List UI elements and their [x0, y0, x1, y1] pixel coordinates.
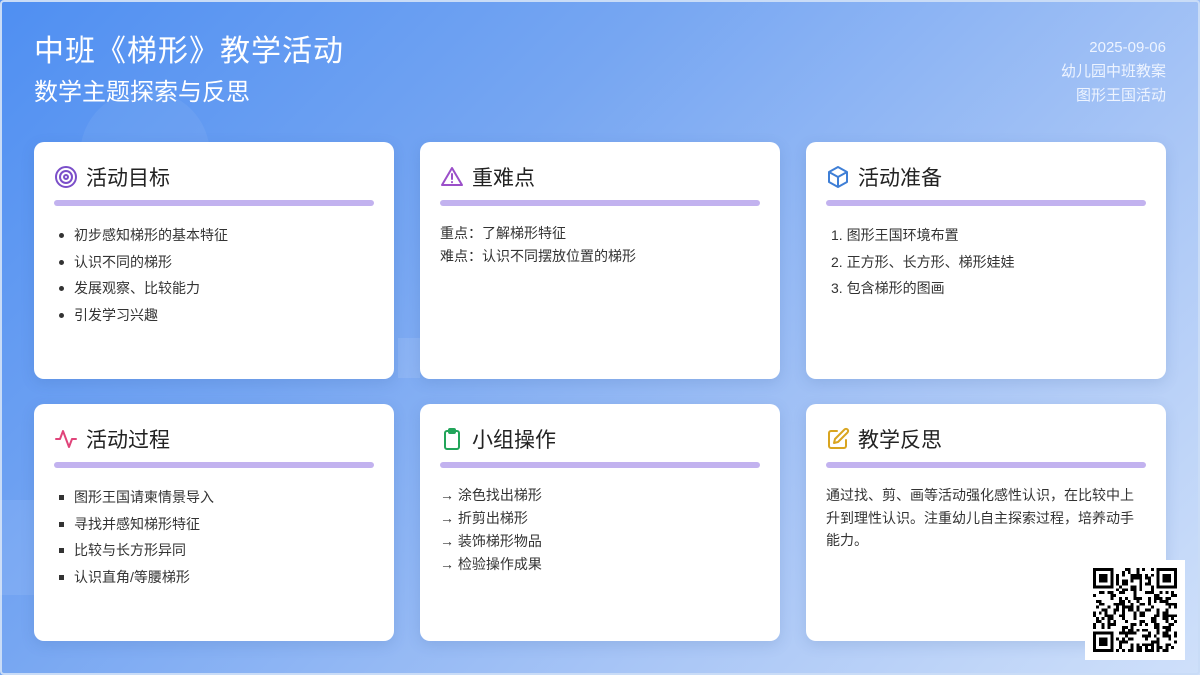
- card-header: 活动准备: [826, 162, 1146, 192]
- list-item: → 装饰梯形物品: [440, 533, 542, 549]
- qr-code-pattern: [1093, 568, 1177, 652]
- list-item: 寻找并感知梯形特征: [54, 511, 374, 538]
- title-underline: [54, 200, 374, 206]
- reflection-text: 通过找、剪、画等活动强化感性认识，在比较中上升到理性认识。注重幼儿自主探索过程，…: [826, 487, 1134, 548]
- preparation-list: 1. 图形王国环境布置 2. 正方形、长方形、梯形娃娃 3. 包含梯形的图画: [826, 222, 1146, 302]
- title-underline: [826, 200, 1146, 206]
- group-work-list: → 涂色找出梯形 → 折剪出梯形 → 装饰梯形物品 → 检验操作成果: [440, 484, 760, 576]
- page-header: 中班《梯形》教学活动 数学主题探索与反思: [34, 32, 344, 110]
- list-item: → 涂色找出梯形: [440, 487, 542, 503]
- card-title: 教学反思: [858, 429, 942, 452]
- card-goals: 活动目标 初步感知梯形的基本特征 认识不同的梯形 发展观察、比较能力 引发学习兴…: [34, 142, 394, 379]
- process-list: 图形王国请柬情景导入 寻找并感知梯形特征 比较与长方形异同 认识直角/等腰梯形: [54, 484, 374, 590]
- activity-icon: [54, 427, 78, 451]
- list-item: → 检验操作成果: [440, 556, 542, 572]
- list-item: 认识不同的梯形: [54, 249, 374, 276]
- key-point-line: 重点：了解梯形特征: [440, 225, 566, 241]
- list-item: 1. 图形王国环境布置: [831, 227, 959, 243]
- target-icon: [54, 165, 78, 189]
- title-underline: [826, 462, 1146, 468]
- card-process: 活动过程 图形王国请柬情景导入 寻找并感知梯形特征 比较与长方形异同 认识直角/…: [34, 404, 394, 641]
- page-subtitle: 数学主题探索与反思: [34, 79, 250, 106]
- list-item: 图形王国请柬情景导入: [54, 484, 374, 511]
- card-title: 活动过程: [86, 429, 170, 452]
- title-underline: [440, 200, 760, 206]
- card-header: 活动目标: [54, 162, 374, 192]
- meta-date: 2025-09-06: [1089, 39, 1166, 56]
- card-header: 教学反思: [826, 424, 1146, 454]
- title-underline: [440, 462, 760, 468]
- card-header: 重难点: [440, 162, 760, 192]
- card-header: 活动过程: [54, 424, 374, 454]
- list-item: 发展观察、比较能力: [54, 275, 374, 302]
- meta-topic: 图形王国活动: [1075, 87, 1166, 104]
- cube-icon: [826, 165, 850, 189]
- qr-code[interactable]: [1085, 560, 1185, 660]
- list-item: 认识直角/等腰梯形: [54, 564, 374, 591]
- page-meta: 2025-09-06 幼儿园中班教案 图形王国活动: [1061, 36, 1166, 108]
- list-item: 比较与长方形异同: [54, 537, 374, 564]
- card-group-work: 小组操作 → 涂色找出梯形 → 折剪出梯形 → 装饰梯形物品 → 检验操作成果: [420, 404, 780, 641]
- title-underline: [54, 462, 374, 468]
- card-key-points: 重难点 重点：了解梯形特征 难点：认识不同摆放位置的梯形: [420, 142, 780, 379]
- list-item: 引发学习兴趣: [54, 302, 374, 329]
- list-item: 初步感知梯形的基本特征: [54, 222, 374, 249]
- edit-icon: [826, 427, 850, 451]
- difficulty-line: 难点：认识不同摆放位置的梯形: [440, 248, 636, 264]
- card-title: 活动目标: [86, 167, 170, 190]
- card-title: 重难点: [472, 167, 535, 190]
- card-preparation: 活动准备 1. 图形王国环境布置 2. 正方形、长方形、梯形娃娃 3. 包含梯形…: [806, 142, 1166, 379]
- goals-list: 初步感知梯形的基本特征 认识不同的梯形 发展观察、比较能力 引发学习兴趣: [54, 222, 374, 328]
- card-title: 小组操作: [472, 429, 556, 452]
- page-title: 中班《梯形》教学活动: [34, 35, 344, 68]
- card-header: 小组操作: [440, 424, 760, 454]
- card-title: 活动准备: [858, 167, 942, 190]
- list-item: 2. 正方形、长方形、梯形娃娃: [831, 253, 1015, 270]
- list-item: → 折剪出梯形: [440, 510, 528, 526]
- list-item: 3. 包含梯形的图画: [831, 280, 945, 296]
- clipboard-icon: [440, 427, 464, 451]
- decor-rect: [398, 338, 420, 378]
- warning-icon: [440, 165, 464, 189]
- key-points-text: 重点：了解梯形特征 难点：认识不同摆放位置的梯形: [440, 222, 760, 268]
- meta-category: 幼儿园中班教案: [1060, 63, 1166, 80]
